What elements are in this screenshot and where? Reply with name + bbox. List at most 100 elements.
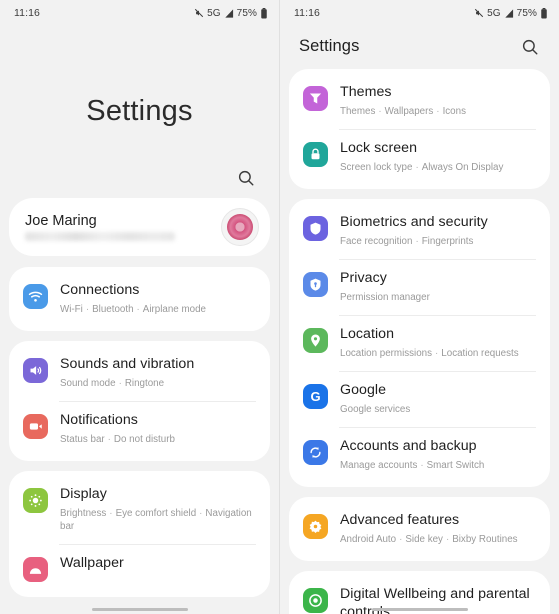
row-text: Notifications Status bar · Do not disturb — [60, 412, 256, 446]
row-title: Notifications — [60, 411, 138, 428]
row-subtitle: Brightness · Eye comfort shield · Navigation… — [60, 507, 252, 532]
settings-row-privacy[interactable]: Privacy Permission manager — [289, 258, 550, 315]
row-title: Sounds and vibration — [60, 355, 195, 372]
row-subtitle: Location permissions · Location requests — [340, 347, 519, 359]
settings-row-google[interactable]: G Google Google services — [289, 370, 550, 427]
row-subtitle: Themes · Wallpapers · Icons — [340, 105, 466, 117]
status-bar-indicators: 5G 75% — [194, 7, 268, 19]
row-subtitle-part: Always On Display — [421, 161, 504, 173]
settings-card: Sounds and vibration Sound mode · Ringtone N… — [9, 340, 270, 461]
row-text: Sounds and vibration Sound mode · Ringtone — [60, 356, 256, 390]
search-icon[interactable] — [521, 38, 539, 56]
lock-icon — [303, 141, 328, 167]
gesture-bar[interactable] — [91, 608, 188, 611]
row-title: Location — [340, 325, 395, 342]
wallpaper-icon — [23, 557, 48, 583]
row-title: Display — [60, 485, 107, 502]
row-subtitle-part: Brightness — [60, 507, 107, 519]
settings-card: Themes Themes · Wallpapers · Icons Lock screen… — [289, 69, 550, 189]
status-bar-time: 11:16 — [294, 7, 320, 19]
row-subtitle-part: Permission manager — [340, 291, 430, 303]
advanced-features-icon — [303, 513, 328, 539]
brightness-icon — [23, 487, 48, 513]
row-subtitle-part: Fingerprints — [421, 235, 474, 247]
row-subtitle: Status bar · Do not disturb — [60, 433, 175, 445]
row-subtitle: Sound mode · Ringtone — [60, 377, 165, 389]
row-subtitle-part: Smart Switch — [426, 459, 485, 471]
row-subtitle-part: Wi-Fi — [60, 303, 83, 315]
row-text: Advanced features Android Auto · Side key · B… — [340, 512, 536, 546]
search-icon[interactable] — [237, 169, 255, 187]
settings-row-sounds-and-vibration[interactable]: Sounds and vibration Sound mode · Ringtone — [9, 345, 270, 401]
row-subtitle-part: Side key — [405, 533, 443, 545]
network-type-label: 5G — [487, 7, 501, 19]
avatar[interactable] — [221, 208, 259, 246]
right-settings-list: Themes Themes · Wallpapers · Icons Lock screen… — [280, 69, 559, 614]
shield-icon — [303, 215, 328, 241]
row-text: Biometrics and security Face recognition ·… — [340, 214, 536, 248]
row-text: Connections Wi-Fi · Bluetooth · Airplane mode — [60, 282, 256, 316]
privacy-shield-icon — [303, 271, 328, 297]
settings-row-accounts-and-backup[interactable]: Accounts and backup Manage accounts · Smart… — [289, 426, 550, 483]
settings-row-notifications[interactable]: Notifications Status bar · Do not disturb — [9, 400, 270, 457]
row-subtitle-part: Sound mode — [60, 377, 116, 389]
settings-row-display[interactable]: Display Brightness · Eye comfort shield · Nav… — [9, 475, 270, 544]
page-title: Settings — [86, 95, 193, 127]
sync-icon — [303, 439, 328, 465]
settings-row-themes[interactable]: Themes Themes · Wallpapers · Icons — [289, 73, 550, 129]
battery-icon — [261, 7, 267, 18]
row-subtitle-part: Bixby Routines — [452, 533, 518, 545]
battery-percent-label: 75% — [516, 7, 537, 19]
row-text: Google Google services — [340, 382, 536, 416]
row-text: Accounts and backup Manage accounts · Smart… — [340, 438, 536, 472]
mute-icon — [195, 8, 204, 18]
row-subtitle-part: Bluetooth — [92, 303, 134, 315]
row-subtitle: Android Auto · Side key · Bixby Routines — [340, 533, 518, 545]
settings-row-advanced-features[interactable]: Advanced features Android Auto · Side key · B… — [289, 501, 550, 557]
settings-row-location[interactable]: Location Location permissions · Location re… — [289, 314, 550, 371]
settings-row-lock-screen[interactable]: Lock screen Screen lock type · Always On Di… — [289, 128, 550, 185]
row-text: Lock screen Screen lock type · Always On Di… — [340, 140, 536, 174]
gesture-bar[interactable] — [371, 608, 468, 611]
network-type-label: 5G — [207, 7, 221, 19]
row-subtitle: Google services — [340, 403, 536, 416]
mute-icon — [475, 8, 484, 18]
search-button-row — [0, 128, 279, 187]
row-subtitle: Wi-Fi · Bluetooth · Airplane mode — [60, 303, 206, 315]
row-subtitle-part: Do not disturb — [113, 433, 175, 445]
themes-icon — [303, 86, 328, 111]
avatar-image — [227, 214, 253, 240]
row-title: Privacy — [340, 269, 387, 286]
status-bar-time: 11:16 — [14, 7, 40, 19]
speaker-icon — [23, 357, 48, 383]
row-text: Themes Themes · Wallpapers · Icons — [340, 84, 536, 118]
row-subtitle-part: Manage accounts — [340, 459, 418, 471]
settings-row-connections[interactable]: Connections Wi-Fi · Bluetooth · Airplane mode — [9, 271, 270, 327]
battery-percent-label: 75% — [236, 7, 257, 19]
row-subtitle-part: Eye comfort shield — [115, 507, 197, 519]
row-title: Accounts and backup — [340, 437, 477, 454]
settings-row-biometrics-and-security[interactable]: Biometrics and security Face recognition ·… — [289, 203, 550, 259]
row-title: Themes — [340, 84, 392, 100]
status-bar-indicators: 5G 75% — [474, 7, 548, 19]
settings-card: Connections Wi-Fi · Bluetooth · Airplane mode — [9, 267, 270, 331]
row-subtitle-part: Wallpapers — [384, 105, 434, 117]
profile-card[interactable]: Joe Maring — [9, 198, 270, 256]
row-subtitle-part: Status bar — [60, 433, 105, 445]
row-text: Privacy Permission manager — [340, 270, 536, 304]
dual-screenshot-container: 11:16 5G 75% Settings Joe Maring Connect… — [0, 0, 559, 614]
profile-email-redacted — [25, 232, 175, 241]
settings-card: Display Brightness · Eye comfort shield · Nav… — [9, 470, 270, 598]
row-subtitle-part: Google services — [340, 403, 411, 415]
settings-card: Biometrics and security Face recognition ·… — [289, 198, 550, 487]
status-bar: 11:16 5G 75% — [280, 0, 559, 26]
row-subtitle-part: Ringtone — [124, 377, 165, 389]
row-title: Lock screen — [340, 139, 418, 156]
settings-row-wallpaper[interactable]: Wallpaper — [9, 544, 270, 593]
notification-bell-icon — [23, 413, 48, 439]
row-subtitle-part: Android Auto — [340, 533, 397, 545]
row-subtitle: Face recognition · Fingerprints — [340, 235, 474, 247]
status-bar: 11:16 5G 75% — [0, 0, 279, 26]
row-subtitle-part: Location permissions — [340, 347, 433, 359]
left-settings-list: Connections Wi-Fi · Bluetooth · Airplane mode… — [0, 267, 279, 598]
